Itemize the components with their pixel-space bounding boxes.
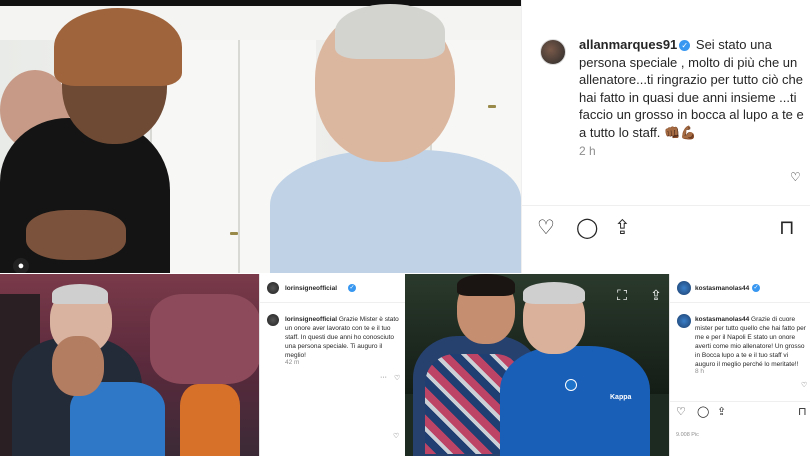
handshake — [26, 210, 126, 260]
username[interactable]: allanmarques91 — [579, 37, 677, 52]
post-panel-manolas: kostasmanolas44 ✓ kostasmanolas44 Grazie… — [669, 274, 810, 456]
post-panel-main: allanmarques91 ✓ Sei stato una persona sp… — [521, 0, 810, 273]
heart-icon[interactable]: ♡ — [676, 405, 686, 418]
avatar[interactable] — [267, 282, 279, 294]
post-time: 42 m — [285, 359, 300, 366]
post-time: 8 h — [695, 368, 705, 375]
divider — [670, 401, 810, 402]
bookmark-icon[interactable]: ⊓ — [779, 216, 795, 240]
player-cap — [54, 8, 182, 86]
player-hair — [457, 274, 515, 296]
player-head — [52, 336, 104, 396]
stadium-crowd — [150, 294, 259, 384]
kappa-logo: Kappa — [610, 394, 632, 401]
user-tag-icon[interactable]: ● — [13, 258, 29, 273]
divider — [522, 205, 810, 206]
caption-text: Grazie di cuore mister per tutto quello … — [695, 316, 806, 368]
steward-vest — [180, 384, 240, 456]
comment-icon[interactable]: ◯ — [697, 405, 709, 418]
avatar[interactable] — [677, 314, 691, 328]
verified-icon: ✓ — [752, 284, 760, 292]
coach-hair — [335, 4, 445, 59]
divider — [260, 302, 406, 303]
verified-icon: ✓ — [348, 284, 356, 292]
post-caption: kostasmanolas44 Grazie di cuore mister p… — [695, 315, 807, 369]
door-handle — [230, 232, 238, 235]
coach-body — [270, 150, 521, 273]
coach-hair — [52, 284, 108, 304]
share-icon[interactable]: ⇪ — [614, 216, 631, 240]
like-comment-icon[interactable]: ♡ — [394, 374, 400, 382]
avatar[interactable] — [540, 39, 566, 65]
username[interactable]: kostasmanolas44 — [695, 316, 749, 323]
bookmark-icon[interactable]: ⊓ — [798, 405, 807, 418]
share-icon[interactable]: ⇪ — [647, 286, 665, 304]
door-handle — [488, 105, 496, 108]
more-options-icon[interactable]: ··· — [380, 374, 387, 381]
post-caption: allanmarques91 ✓ Sei stato una persona sp… — [579, 36, 805, 141]
caption-text: Sei stato una persona speciale , molto d… — [579, 37, 804, 140]
comment-icon[interactable]: ◯ — [576, 216, 598, 240]
avatar[interactable] — [677, 281, 691, 295]
likes-count: 9.008 Pic — [676, 432, 699, 438]
like-icon[interactable]: ♡ — [393, 432, 399, 440]
like-comment-icon[interactable]: ♡ — [801, 381, 807, 389]
heart-icon[interactable]: ♡ — [537, 216, 555, 240]
expand-icon[interactable]: ⛶ — [613, 286, 631, 304]
share-icon[interactable]: ⇪ — [717, 405, 726, 418]
post-photo-manolas: Kappa ⛶ ⇪ — [405, 274, 669, 456]
post-caption: lorinsigneofficial Grazie Mister è stato… — [285, 315, 401, 360]
napoli-logo-icon — [565, 379, 577, 391]
divider — [670, 302, 810, 303]
avatar[interactable] — [267, 314, 279, 326]
post-photo-insigne — [0, 274, 259, 456]
post-panel-insigne: lorinsigneofficial ✓ lorinsigneofficial … — [259, 274, 406, 456]
post-time: 2 h — [579, 144, 596, 158]
username[interactable]: kostasmanolas44 — [695, 285, 749, 292]
coach-hair — [523, 282, 585, 304]
like-comment-icon[interactable]: ♡ — [790, 170, 801, 184]
post-photo-allan-ancelotti: ● — [0, 0, 521, 273]
verified-icon: ✓ — [679, 40, 691, 51]
instagram-collage: ● allanmarques91 ✓ Sei stato una persona … — [0, 0, 810, 456]
username[interactable]: lorinsigneofficial — [285, 285, 337, 292]
username[interactable]: lorinsigneofficial — [285, 316, 337, 323]
